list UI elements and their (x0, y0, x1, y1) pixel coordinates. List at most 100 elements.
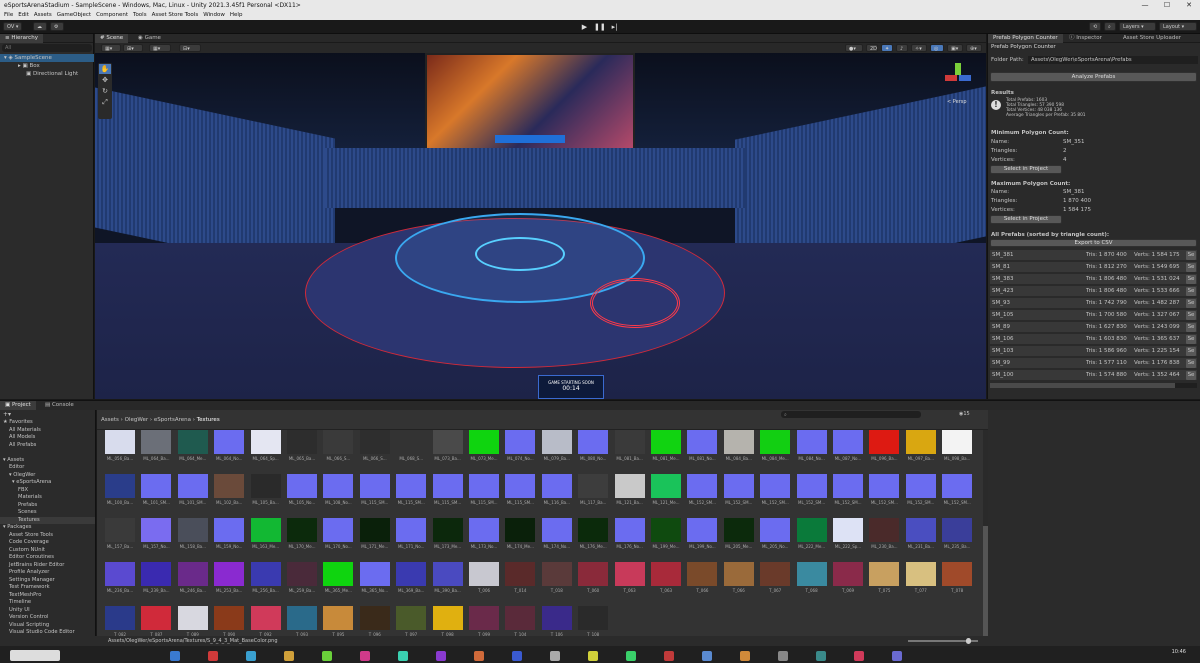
taskbar-app-icon[interactable] (816, 651, 826, 661)
select-row-button[interactable]: Se (1186, 371, 1196, 380)
tree-item[interactable]: All Prefabs (0, 442, 95, 450)
asset-item[interactable]: ML_115_SM... (431, 474, 465, 514)
taskbar-app-icon[interactable] (284, 651, 294, 661)
tree-item[interactable]: All Materials (0, 427, 95, 435)
asset-item[interactable]: ML_152_SM... (904, 474, 938, 514)
layout-dropdown[interactable]: Layout ▾ (1159, 22, 1197, 31)
gizmo-x-axis[interactable] (945, 75, 957, 81)
tree-item[interactable]: JetBrains Rider Editor (0, 562, 95, 570)
asset-item[interactable]: ML_117_Ba... (576, 474, 610, 514)
hierarchy-item-box[interactable]: ▸ ▣ Box (0, 62, 94, 70)
asset-item[interactable]: ML_222_Sp... (831, 518, 865, 558)
asset-item[interactable]: ML_170_Me... (285, 518, 319, 558)
asset-item[interactable]: T_060 (576, 562, 610, 602)
asset-item[interactable]: ML_230_Ba... (867, 518, 901, 558)
tree-item[interactable]: Visual Scripting (0, 622, 95, 630)
asset-item[interactable]: ML_152_SM... (722, 474, 756, 514)
hierarchy-item-light[interactable]: ▣ Directional Light (0, 70, 94, 78)
asset-item[interactable]: ML_173_Me... (431, 518, 465, 558)
taskbar-app-icon[interactable] (626, 651, 636, 661)
tree-item[interactable]: Textures (0, 516, 95, 524)
select-row-button[interactable]: Se (1186, 275, 1196, 284)
asset-item[interactable]: ML_101_SM... (176, 474, 210, 514)
menu-assets[interactable]: Assets (34, 11, 52, 20)
taskbar-app-icon[interactable] (398, 651, 408, 661)
tree-item[interactable]: Materials (0, 494, 95, 502)
asset-item[interactable]: ML_081_Me... (649, 430, 683, 470)
prefab-row[interactable]: SM_93 Tris: 1 742 790 Verts: 1 482 287 Se (990, 298, 1197, 309)
asset-item[interactable]: ML_080_No... (576, 430, 610, 470)
taskbar-app-icon[interactable] (664, 651, 674, 661)
taskbar-app-icon[interactable] (778, 651, 788, 661)
asset-item[interactable]: ML_174_No... (540, 518, 574, 558)
tree-item[interactable]: Test Framework (0, 584, 95, 592)
asset-item[interactable]: ML_171_No... (394, 518, 428, 558)
select-row-button[interactable]: Se (1186, 287, 1196, 296)
asset-item[interactable]: ML_084_No... (795, 430, 829, 470)
asset-item[interactable]: ML_152_SM... (795, 474, 829, 514)
asset-item[interactable]: ML_173_No... (467, 518, 501, 558)
draw-mode-icon[interactable]: ▦▾ (101, 44, 121, 52)
menu-tools[interactable]: Tools (133, 11, 147, 20)
breadcrumb-assets[interactable]: Assets (101, 417, 119, 423)
taskbar-app-icon[interactable] (208, 651, 218, 661)
taskbar-app-icon[interactable] (740, 651, 750, 661)
asset-item[interactable]: ML_365_Me... (321, 562, 355, 602)
select-row-button[interactable]: Se (1186, 335, 1196, 344)
asset-item[interactable]: ML_235_Ba... (940, 518, 974, 558)
search-icon[interactable]: ⌕ (1104, 22, 1116, 31)
gizmos-icon[interactable]: ⊕▾ (966, 44, 982, 52)
select-min-button[interactable]: Select in Project (990, 165, 1062, 174)
asset-item[interactable]: ML_256_Ba... (249, 562, 283, 602)
asset-item[interactable]: ML_064_Ba... (139, 430, 173, 470)
tree-item[interactable]: Version Control (0, 614, 95, 622)
tree-item[interactable]: ▾ Assets (0, 457, 95, 465)
asset-item[interactable]: ML_102_Ba... (212, 474, 246, 514)
breadcrumb-textures[interactable]: Textures (197, 417, 220, 423)
breadcrumb-olegwer[interactable]: OlegWer (125, 417, 149, 423)
asset-item[interactable]: ML_176_No... (613, 518, 647, 558)
asset-item[interactable]: T_069 (831, 562, 865, 602)
layers-dropdown[interactable]: Layers ▾ (1119, 22, 1156, 31)
select-row-button[interactable]: Se (1186, 263, 1196, 272)
gizmo-y-axis[interactable] (955, 63, 961, 75)
thumbnail-size-slider[interactable] (908, 638, 978, 644)
taskbar-app-icon[interactable] (550, 651, 560, 661)
lighting-icon[interactable]: ✦ (881, 44, 893, 52)
asset-item[interactable]: ML_073_Ba... (431, 430, 465, 470)
export-csv-button[interactable]: Export to CSV (990, 239, 1197, 247)
asset-item[interactable]: ML_176_Me... (576, 518, 610, 558)
asset-item[interactable]: ML_108_No... (321, 474, 355, 514)
prefab-row[interactable]: SM_423 Tris: 1 806 480 Verts: 1 533 666 Se (990, 286, 1197, 297)
taskbar-app-icon[interactable] (702, 651, 712, 661)
tab-game[interactable]: ◉ Game (133, 34, 166, 43)
asset-item[interactable]: ML_087_No... (831, 430, 865, 470)
asset-item[interactable]: ML_115_SM... (503, 474, 537, 514)
asset-item[interactable]: ML_259_Ba... (285, 562, 319, 602)
asset-item[interactable]: T_077 (904, 562, 938, 602)
asset-item[interactable]: T_018 (540, 562, 574, 602)
tree-item[interactable]: Scenes (0, 509, 95, 517)
tree-item[interactable]: FBX (0, 487, 95, 495)
taskbar-app-icon[interactable] (512, 651, 522, 661)
scene-viewport[interactable]: GAME STARTING SOON 00:14 ✋ ✥ ↻ ⤢ < Persp (95, 53, 986, 399)
taskbar-app-icon[interactable] (854, 651, 864, 661)
persp-label[interactable]: < Persp (947, 99, 967, 105)
asset-item[interactable]: ML_121_Ba... (613, 474, 647, 514)
select-row-button[interactable]: Se (1186, 251, 1196, 260)
taskbar-search[interactable] (10, 650, 60, 661)
taskbar-app-icon[interactable] (892, 651, 902, 661)
prefab-row[interactable]: SM_106 Tris: 1 603 830 Verts: 1 365 637 Se (990, 334, 1197, 345)
asset-item[interactable]: ML_079_Ba... (540, 430, 574, 470)
prefab-row[interactable]: SM_103 Tris: 1 586 960 Verts: 1 225 154 Se (990, 346, 1197, 357)
asset-item[interactable]: ML_066_S... (358, 430, 392, 470)
asset-item[interactable]: T_066 (685, 562, 719, 602)
tree-item[interactable]: Timeline (0, 599, 95, 607)
asset-item[interactable]: ML_068_S... (394, 430, 428, 470)
tree-item[interactable]: Prefabs (0, 502, 95, 510)
asset-item[interactable]: ML_064_No... (212, 430, 246, 470)
asset-item[interactable]: ML_158_Ba... (176, 518, 210, 558)
gizmo-z-axis[interactable] (959, 75, 971, 81)
asset-item[interactable]: ML_170_No... (321, 518, 355, 558)
prefab-row[interactable]: SM_100 Tris: 1 574 880 Verts: 1 352 464 Se (990, 370, 1197, 381)
